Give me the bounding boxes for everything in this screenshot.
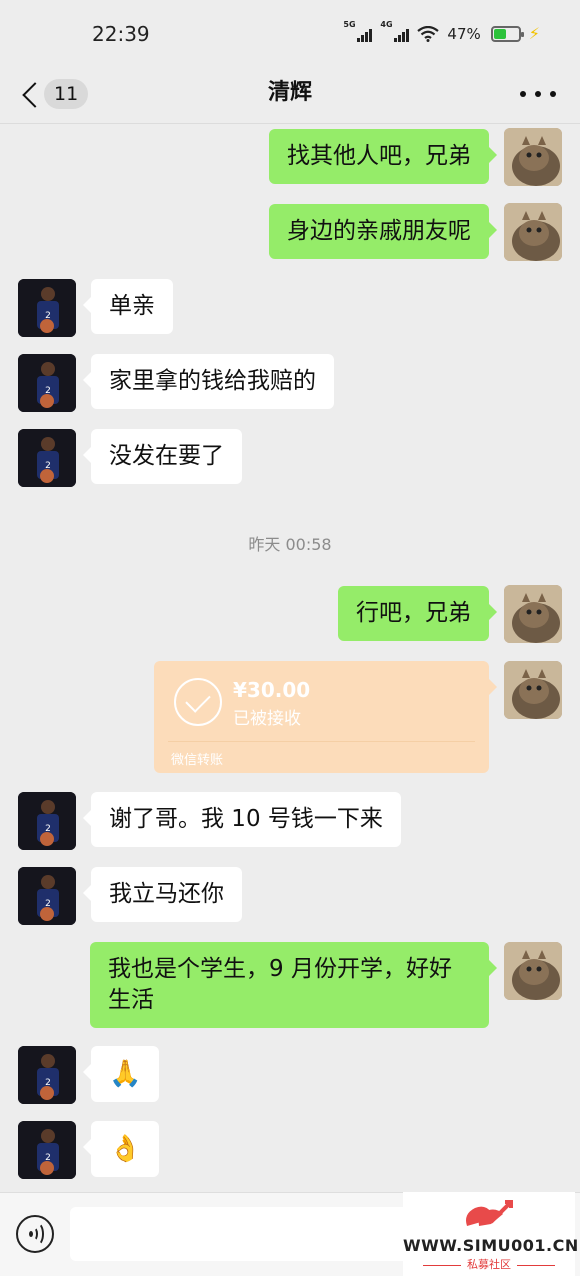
- message-bubble-sent[interactable]: 行吧，兄弟: [338, 586, 497, 641]
- friend-avatar[interactable]: 2: [18, 429, 76, 487]
- message-bubble-received[interactable]: 家里拿的钱给我赔的: [83, 354, 334, 409]
- friend-avatar[interactable]: 2: [18, 279, 76, 337]
- checkmark-icon: [174, 678, 222, 726]
- battery-icon: [490, 25, 524, 42]
- more-dots-icon[interactable]: [520, 74, 556, 114]
- chat-header: 11 清辉: [0, 64, 580, 124]
- watermark-subtitle: 私募社区: [403, 1256, 575, 1272]
- message-list[interactable]: 找其他人吧，兄弟 身边的亲戚朋友呢 2 单亲 2 家里拿的钱给我赔的 2 没发在…: [0, 125, 580, 1192]
- friend-avatar[interactable]: 2: [18, 354, 76, 412]
- transfer-label: 微信转账: [171, 753, 224, 768]
- message-bubble-sent[interactable]: 我也是个学生，9 月份开学，好好生活: [90, 942, 497, 1028]
- voice-icon[interactable]: [16, 1215, 54, 1253]
- status-icons: 5G 4G 47% ⚡: [343, 20, 540, 44]
- self-avatar[interactable]: [504, 128, 562, 186]
- signal-5g-icon: 5G: [343, 20, 373, 42]
- self-avatar[interactable]: [504, 661, 562, 719]
- charging-icon: ⚡: [528, 24, 540, 43]
- signal-4g-icon: 4G: [380, 20, 410, 42]
- watermark: WWW.SIMU001.CN 私募社区: [403, 1192, 579, 1276]
- transfer-card[interactable]: ¥30.00 已被接收 微信转账: [154, 661, 497, 773]
- wifi-icon: [417, 25, 440, 42]
- friend-avatar[interactable]: 2: [18, 1046, 76, 1104]
- message-timestamp: 昨天 00:58: [248, 535, 332, 554]
- self-avatar[interactable]: [504, 942, 562, 1000]
- message-bubble-received[interactable]: 单亲: [83, 279, 173, 334]
- message-bubble-received[interactable]: 👌: [82, 1121, 160, 1177]
- friend-avatar[interactable]: 2: [18, 1121, 76, 1179]
- transfer-status: 已被接收: [233, 709, 301, 729]
- transfer-amount: ¥30.00: [233, 678, 311, 702]
- status-time: 22:39: [92, 22, 150, 46]
- self-avatar[interactable]: [504, 585, 562, 643]
- friend-avatar[interactable]: 2: [18, 792, 76, 850]
- watermark-logo: [466, 1200, 513, 1226]
- self-avatar[interactable]: [504, 203, 562, 261]
- message-bubble-sent[interactable]: 找其他人吧，兄弟: [269, 129, 497, 184]
- battery-percent: 47%: [447, 24, 481, 43]
- message-input[interactable]: [70, 1207, 440, 1261]
- message-bubble-received[interactable]: 我立马还你: [83, 867, 242, 922]
- watermark-url: WWW.SIMU001.CN: [403, 1236, 579, 1255]
- message-bubble-sent[interactable]: 身边的亲戚朋友呢: [269, 204, 497, 259]
- divider: [168, 741, 475, 742]
- friend-avatar[interactable]: 2: [18, 867, 76, 925]
- message-bubble-received[interactable]: 谢了哥。我 10 号钱一下来: [83, 792, 401, 847]
- status-bar: 22:39 5G 4G 47% ⚡: [0, 0, 580, 64]
- message-bubble-received[interactable]: 没发在要了: [83, 429, 242, 484]
- message-bubble-received[interactable]: 🙏: [82, 1046, 160, 1102]
- chat-title: 清辉: [267, 80, 312, 105]
